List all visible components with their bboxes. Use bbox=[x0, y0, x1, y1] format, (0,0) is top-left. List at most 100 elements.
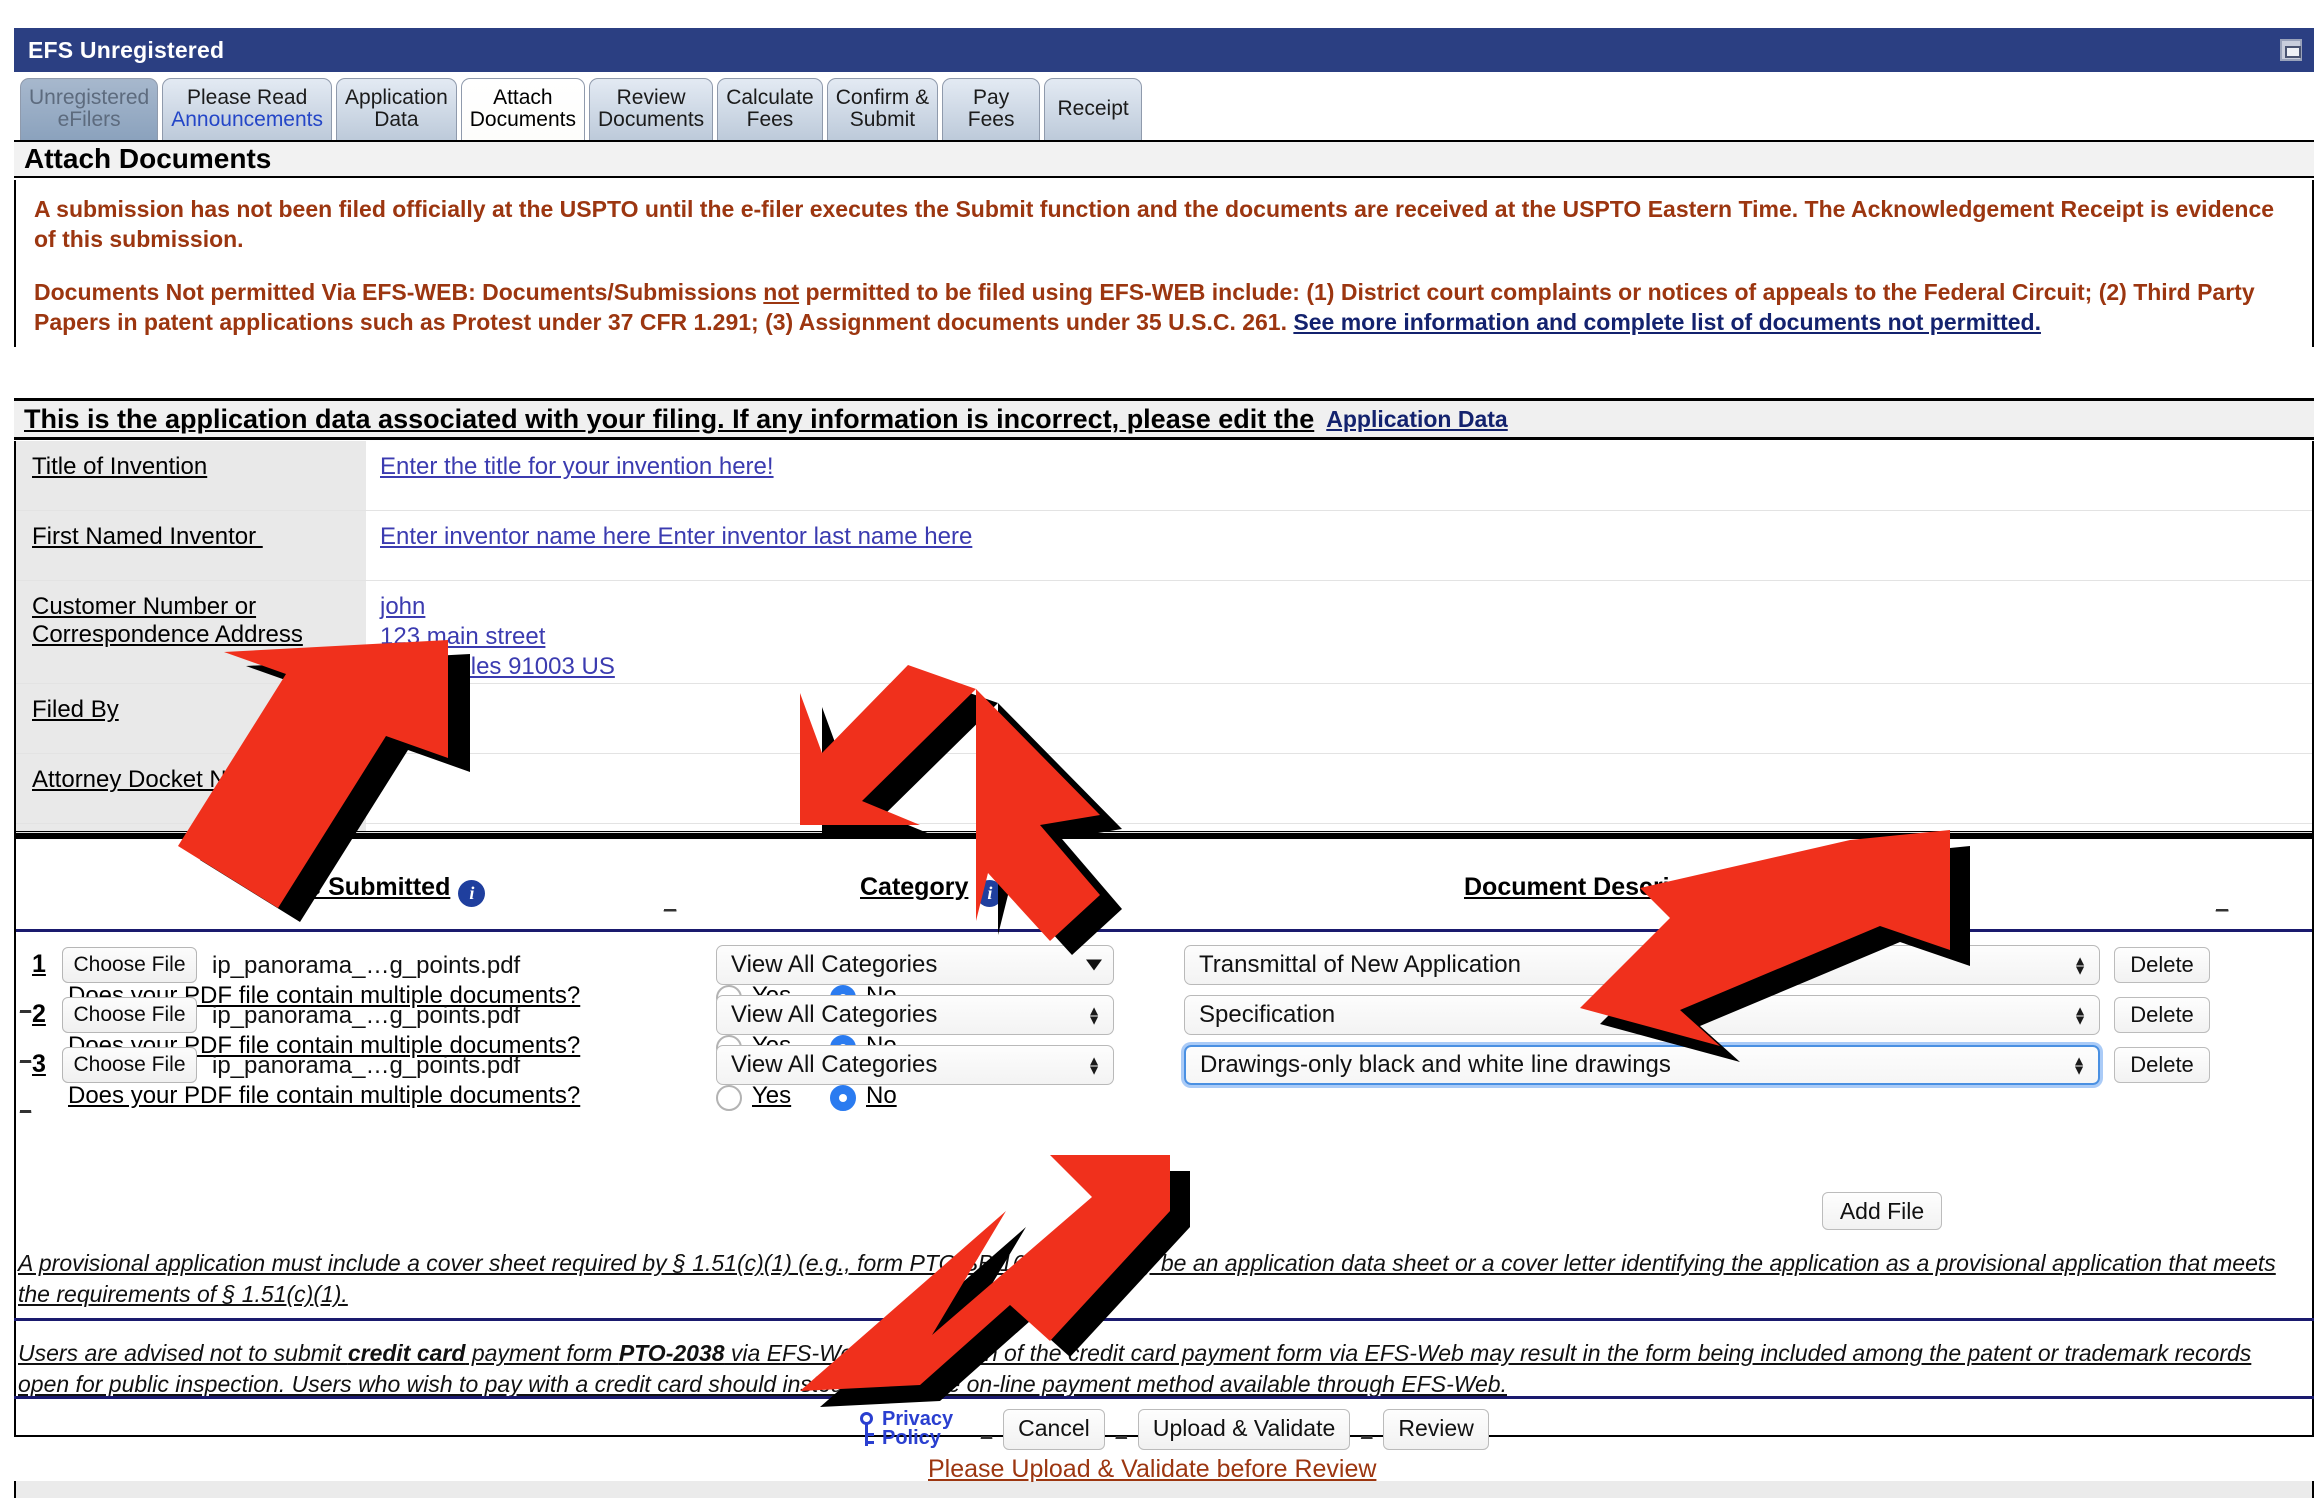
window-title-bar: EFS Unregistered bbox=[14, 28, 2314, 72]
application-data-label: First Named Inventor bbox=[32, 523, 263, 550]
application-data-label: Customer Number or Correspondence Addres… bbox=[32, 593, 303, 648]
tab-calculate[interactable]: Calculate Fees bbox=[717, 78, 823, 140]
page-heading-bar: Attach Documents bbox=[14, 140, 2314, 178]
window-restore-icon[interactable] bbox=[2280, 39, 2302, 61]
note-divider-1 bbox=[14, 1318, 2314, 1321]
app-title: EFS Unregistered bbox=[28, 36, 225, 63]
tab-receipt[interactable]: Receipt bbox=[1044, 78, 1143, 140]
application-data-banner-text: This is the application data associated … bbox=[24, 403, 1315, 434]
tab-label-line2: Data bbox=[374, 107, 419, 131]
column-header-files-label: be Submitted bbox=[292, 873, 451, 901]
note-credit-card-d: PTO-2038 bbox=[618, 1340, 725, 1366]
tab-label-line1: Unregistered bbox=[29, 85, 150, 109]
multiple-documents-question: Does your PDF file contain multiple docu… bbox=[68, 1082, 581, 1109]
note-credit-card: Users are advised not to submit credit c… bbox=[18, 1338, 2290, 1401]
warning-not-permitted-pre: Documents Not permitted Via EFS-WEB: Doc… bbox=[34, 278, 764, 305]
page-title: Attach Documents bbox=[24, 143, 272, 174]
cancel-button[interactable]: Cancel bbox=[1003, 1409, 1105, 1450]
tab-label-line1: Application bbox=[345, 85, 448, 109]
header-dash-1: _ bbox=[664, 887, 677, 912]
tab-please-read[interactable]: Please Read Announcements bbox=[162, 78, 333, 140]
column-header-files: be Submitted i bbox=[292, 873, 486, 907]
tab-strip: Unregistered eFilers Please Read Announceme… bbox=[14, 72, 2314, 140]
info-icon-description[interactable]: i bbox=[1738, 880, 1766, 907]
note-credit-card-b: credit card bbox=[347, 1340, 466, 1366]
application-data-value[interactable]: 123 main street bbox=[380, 623, 545, 651]
privacy-policy-link[interactable]: Privacy Policy bbox=[858, 1409, 953, 1449]
tab-review[interactable]: Review Documents bbox=[588, 78, 714, 140]
application-data-label: Filed By bbox=[32, 696, 119, 723]
upload-validate-notice: Please Upload & Validate before Review bbox=[928, 1455, 1377, 1483]
tab-label-line2: Documents bbox=[597, 107, 705, 131]
button-separator-3: _ bbox=[1361, 1418, 1373, 1440]
column-header-category: Category i bbox=[860, 873, 1004, 907]
tab-label-line1: Attach bbox=[493, 85, 553, 109]
column-header-description: Document Description i bbox=[1464, 873, 1766, 907]
application-data-link[interactable]: Application Data bbox=[1326, 406, 1507, 433]
application-data-label: Title of Invention bbox=[32, 453, 208, 480]
warning-not-permitted: Documents Not permitted Via EFS-WEB: Doc… bbox=[34, 277, 2294, 338]
review-button[interactable]: Review bbox=[1383, 1409, 1489, 1450]
tab-confirm[interactable]: Confirm & Submit bbox=[826, 78, 939, 140]
application-data-row: Title of Invention Enter the title for yo… bbox=[16, 441, 2312, 511]
application-data-row: First Named Inventor Enter inventor name… bbox=[16, 511, 2312, 581]
warning-block: A submission has not been filed official… bbox=[14, 180, 2314, 348]
privacy-policy-text: Privacy Policy bbox=[882, 1409, 953, 1449]
application-data-banner: This is the application data associated … bbox=[14, 398, 2314, 440]
footer-button-row: _ Cancel _ Upload & Validate _ Review bbox=[980, 1409, 1489, 1450]
application-data-label: Attorney Docket Number bbox=[32, 766, 295, 793]
application-data-row: Customer Number or Correspondence Addres… bbox=[16, 581, 2312, 684]
header-dash-2: _ bbox=[2216, 887, 2229, 912]
add-file-button[interactable]: Add File bbox=[1822, 1192, 1942, 1230]
note-divider-2 bbox=[14, 1396, 2314, 1399]
tab-label-line2: eFilers bbox=[57, 107, 121, 131]
documents-header-rule bbox=[16, 929, 2312, 932]
application-data-value[interactable]: los angeles 91003 US bbox=[380, 653, 615, 681]
see-more-information-link[interactable]: See more information and complete list o… bbox=[1293, 309, 2041, 335]
radio-label-no[interactable]: No bbox=[866, 1082, 897, 1110]
note-credit-card-c: payment form bbox=[465, 1340, 619, 1366]
application-data-value[interactable]: Enter the title for your invention here! bbox=[380, 453, 774, 481]
application-data-table: Title of Invention Enter the title for yo… bbox=[14, 441, 2314, 863]
tab-label-line2: Fees bbox=[746, 107, 794, 131]
application-data-value[interactable]: Enter inventor name here Enter inventor … bbox=[380, 523, 972, 551]
tab-label-line2: Submit bbox=[849, 107, 916, 131]
application-data-value[interactable]: john bbox=[380, 593, 425, 621]
tab-pay[interactable]: Pay Fees bbox=[942, 78, 1041, 140]
tab-label-line1: Please Read bbox=[187, 85, 308, 109]
chevron-down-icon bbox=[1086, 959, 1102, 971]
warning-not-permitted-emphasis: not bbox=[763, 278, 800, 305]
tab-label-line1: Calculate bbox=[726, 85, 814, 109]
warning-submission: A submission has not been filed official… bbox=[34, 196, 2275, 253]
application-data-value[interactable]: John bbox=[380, 696, 432, 724]
radio-no[interactable] bbox=[830, 1085, 856, 1111]
tab-label-line1: Receipt bbox=[1057, 96, 1129, 120]
tab-attach[interactable]: Attach Documents bbox=[460, 78, 585, 140]
documents-column-headers: be Submitted i _ Category i Document Descr… bbox=[16, 859, 2312, 919]
application-data-row: Application TypeProvisional bbox=[16, 824, 2312, 863]
tab-label-line1: Pay bbox=[973, 85, 1010, 109]
info-icon-category[interactable]: i bbox=[976, 880, 1004, 907]
tab-label-line2: Documents bbox=[469, 107, 576, 131]
multiple-documents-question-row: _ Does your PDF file contain multiple doc… bbox=[16, 1070, 2312, 1120]
button-separator-1: _ bbox=[981, 1418, 993, 1440]
application-data-row: Filed By John bbox=[16, 684, 2312, 754]
note-provisional: A provisional application must include a… bbox=[18, 1250, 2276, 1308]
tab-label-line1: Review bbox=[616, 85, 686, 109]
info-icon-files[interactable]: i bbox=[458, 880, 486, 907]
tab-label-line1: Confirm & bbox=[835, 85, 930, 109]
column-header-description-label: Document Description bbox=[1464, 873, 1731, 901]
radio-label-yes[interactable]: Yes bbox=[752, 1082, 791, 1110]
upload-and-validate-button[interactable]: Upload & Validate bbox=[1137, 1409, 1351, 1450]
application-data-row: Attorney Docket Number bbox=[16, 754, 2312, 824]
tab-unregistered[interactable]: Unregistered eFilers bbox=[20, 78, 159, 140]
note-credit-card-a: Users are advised not to submit bbox=[18, 1340, 348, 1366]
tab-label-line2: Fees bbox=[967, 107, 1015, 131]
radio-yes[interactable] bbox=[716, 1085, 742, 1111]
column-header-category-label: Category bbox=[860, 873, 969, 901]
row-dash: _ bbox=[20, 1092, 32, 1114]
privacy-line-2: Policy bbox=[882, 1427, 941, 1449]
tab-application[interactable]: Application Data bbox=[336, 78, 457, 140]
button-separator-2: _ bbox=[1115, 1418, 1127, 1440]
tab-label-line2: Announcements bbox=[171, 107, 324, 131]
